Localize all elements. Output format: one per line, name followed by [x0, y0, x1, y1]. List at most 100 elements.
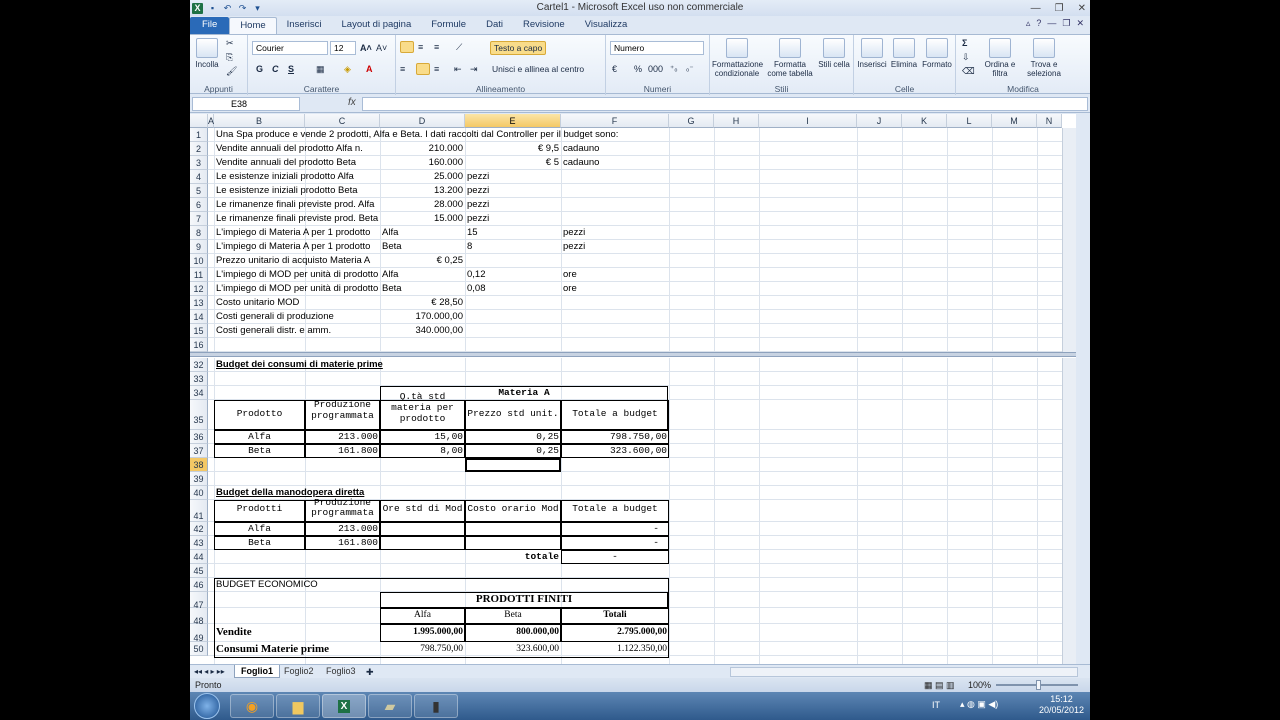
row-header[interactable]: 46	[190, 578, 208, 592]
view-buttons-icon[interactable]: ▦ ▤ ▥	[924, 678, 955, 692]
row-header[interactable]: 48	[190, 608, 208, 626]
new-sheet-icon[interactable]: ✚	[366, 666, 374, 678]
name-box[interactable]: E38	[192, 97, 300, 111]
italic-button[interactable]: C	[272, 63, 279, 75]
row-header[interactable]: 7	[190, 212, 208, 226]
tray-icons[interactable]: ▴ ◍ ▣ ◀)	[960, 699, 998, 710]
language-indicator[interactable]: IT	[932, 700, 940, 710]
doc-minimize-icon[interactable]: —	[1047, 18, 1056, 29]
tab-insert[interactable]: Inserisci	[277, 17, 332, 34]
fill-color-icon[interactable]: ◈	[344, 63, 351, 75]
row-header[interactable]: 38	[190, 458, 208, 472]
recorder-taskbar-icon[interactable]: ▮	[414, 694, 458, 718]
cell-styles-button[interactable]: Stili cella	[818, 38, 850, 69]
currency-icon[interactable]: €	[612, 63, 617, 75]
wrap-text-button[interactable]: Testo a capo	[490, 41, 547, 55]
tab-page-layout[interactable]: Layout di pagina	[332, 17, 422, 34]
row-header[interactable]: 36	[190, 430, 208, 444]
explorer-icon[interactable]: ▆	[276, 694, 320, 718]
close-icon[interactable]: ✕	[1078, 3, 1086, 14]
insert-cells-button[interactable]: Inserisci	[856, 38, 888, 69]
tab-data[interactable]: Dati	[476, 17, 513, 34]
col-header-h[interactable]: H	[714, 114, 759, 128]
vertical-scrollbar-top[interactable]	[1062, 128, 1076, 352]
tab-view[interactable]: Visualizza	[575, 17, 638, 34]
sort-filter-button[interactable]: Ordina e filtra	[980, 38, 1020, 78]
col-header-f[interactable]: F	[561, 114, 669, 128]
decrease-indent-icon[interactable]: ⇤	[454, 63, 462, 75]
format-cells-button[interactable]: Formato	[920, 38, 954, 69]
fill-icon[interactable]: ⇩	[962, 51, 970, 63]
selected-cell-e38[interactable]	[465, 458, 561, 472]
col-header-e[interactable]: E	[465, 114, 561, 128]
excel-logo-icon[interactable]: X	[192, 2, 203, 14]
thousands-button[interactable]: 000	[648, 63, 663, 75]
clock-time[interactable]: 15:12	[1039, 694, 1084, 705]
row-header[interactable]: 15	[190, 324, 208, 338]
format-as-table-button[interactable]: Formatta come tabella	[766, 38, 814, 78]
tab-file[interactable]: File	[190, 17, 230, 34]
minimize-icon[interactable]: —	[1031, 3, 1041, 14]
undo-icon[interactable]: ↶	[222, 3, 233, 14]
row-header[interactable]: 9	[190, 240, 208, 254]
horizontal-scrollbar[interactable]	[730, 667, 1078, 677]
shrink-font-icon[interactable]: A˅	[376, 42, 387, 54]
row-header[interactable]: 10	[190, 254, 208, 268]
row-header[interactable]: 45	[190, 564, 208, 578]
percent-button[interactable]: %	[634, 63, 642, 75]
col-header-d[interactable]: D	[380, 114, 465, 128]
align-right-icon[interactable]: ≡	[434, 63, 439, 75]
col-header-g[interactable]: G	[669, 114, 714, 128]
pane-splitter[interactable]	[190, 352, 1076, 357]
find-select-button[interactable]: Trova e seleziona	[1022, 38, 1066, 78]
align-left-icon[interactable]: ≡	[400, 63, 405, 75]
row-header[interactable]: 39	[190, 472, 208, 486]
media-player-icon[interactable]: ◉	[230, 694, 274, 718]
row-header[interactable]: 47	[190, 592, 208, 610]
row-header[interactable]: 35	[190, 400, 208, 430]
save-icon[interactable]: ▪	[207, 3, 218, 14]
customize-qat-icon[interactable]: ▾	[252, 3, 263, 14]
sheet-nav-icon[interactable]: ◂◂ ◂ ▸ ▸▸	[194, 666, 225, 678]
row-header[interactable]: 14	[190, 310, 208, 324]
paste-button[interactable]: Incolla	[194, 38, 220, 69]
font-name-select[interactable]: Courier	[252, 41, 328, 55]
worksheet-grid[interactable]: A B C D E F G H I J K L M N 1 Una Spa pro…	[190, 114, 1076, 664]
decrease-decimal-icon[interactable]: ₀⁻	[686, 63, 694, 75]
col-header-n[interactable]: N	[1037, 114, 1062, 128]
conditional-format-button[interactable]: Formattazione condizionale	[712, 38, 763, 78]
app-taskbar-icon[interactable]: ▰	[368, 694, 412, 718]
help-icon[interactable]: ?	[1036, 18, 1041, 29]
row-header[interactable]: 5	[190, 184, 208, 198]
col-header-i[interactable]: I	[759, 114, 857, 128]
row-header[interactable]: 6	[190, 198, 208, 212]
orientation-icon[interactable]: ⟋	[456, 41, 462, 53]
fx-button[interactable]: fx	[348, 97, 356, 108]
redo-icon[interactable]: ↷	[237, 3, 248, 14]
col-header-m[interactable]: M	[992, 114, 1037, 128]
increase-indent-icon[interactable]: ⇥	[470, 63, 478, 75]
row-header[interactable]: 32	[190, 358, 208, 372]
increase-decimal-icon[interactable]: ⁺₀	[670, 63, 678, 75]
font-color-icon[interactable]: A	[366, 63, 373, 75]
start-button-icon[interactable]	[194, 693, 220, 719]
bold-button[interactable]: G	[256, 63, 263, 75]
autosum-icon[interactable]: Σ	[962, 37, 967, 49]
row-header[interactable]: 8	[190, 226, 208, 240]
merge-center-button[interactable]: Unisci e allinea al centro	[492, 63, 584, 75]
number-format-select[interactable]: Numero	[610, 41, 704, 55]
col-header-j[interactable]: J	[857, 114, 902, 128]
ribbon-minimize-icon[interactable]: ▵	[1026, 18, 1031, 29]
select-all-corner[interactable]	[190, 114, 208, 128]
tab-review[interactable]: Revisione	[513, 17, 575, 34]
row-header[interactable]: 49	[190, 624, 208, 643]
col-header-b[interactable]: B	[214, 114, 305, 128]
sheet-tab-foglio3[interactable]: Foglio3	[320, 665, 362, 678]
col-header-c[interactable]: C	[305, 114, 380, 128]
row-header[interactable]: 41	[190, 500, 208, 522]
row-header[interactable]: 11	[190, 268, 208, 282]
row-header[interactable]: 50	[190, 642, 208, 656]
copy-icon[interactable]: ⎘	[226, 51, 233, 63]
grow-font-icon[interactable]: A˄	[360, 42, 372, 54]
row-header[interactable]: 4	[190, 170, 208, 184]
